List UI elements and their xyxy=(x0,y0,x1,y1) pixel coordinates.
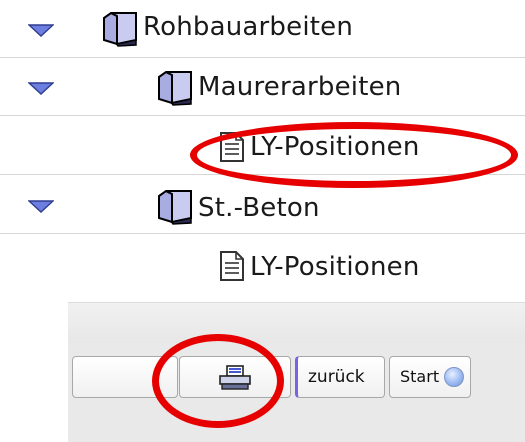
blank-button[interactable] xyxy=(72,356,178,398)
folder-icon xyxy=(103,11,137,47)
tree-item-label: Rohbauarbeiten xyxy=(143,12,354,42)
tree-item-maurerarbeiten[interactable]: Maurerarbeiten xyxy=(0,58,525,116)
start-indicator-icon xyxy=(444,367,464,387)
row-divider xyxy=(0,174,525,175)
tree-item-ly-positionen[interactable]: LY-Positionen xyxy=(0,117,525,175)
tree-item-label: LY-Positionen xyxy=(250,252,420,282)
tree-item-label: St.-Beton xyxy=(198,193,320,223)
tree-item-label: Maurerarbeiten xyxy=(198,72,402,102)
document-icon xyxy=(220,251,244,281)
tree-item-ly-positionen[interactable]: LY-Positionen xyxy=(0,235,525,293)
expand-triangle-icon[interactable] xyxy=(28,200,54,213)
tree-item-rohbauarbeiten[interactable]: Rohbauarbeiten xyxy=(0,0,525,58)
expand-triangle-icon[interactable] xyxy=(28,24,54,37)
start-button[interactable]: Start xyxy=(389,356,471,398)
row-divider xyxy=(0,115,525,116)
expand-triangle-icon[interactable] xyxy=(28,82,54,95)
document-icon xyxy=(220,132,244,162)
back-button-label: zurück xyxy=(308,367,365,387)
back-button[interactable]: zurück xyxy=(295,356,385,398)
tree-item-label: LY-Positionen xyxy=(250,132,420,162)
start-button-label: Start xyxy=(400,367,440,386)
printer-icon xyxy=(219,365,251,390)
bottom-toolbar: zurück Start xyxy=(68,302,525,442)
folder-icon xyxy=(158,70,192,106)
row-divider xyxy=(0,233,525,234)
toolbar-top-shade xyxy=(68,303,525,343)
tree-item-st-beton[interactable]: St.-Beton xyxy=(0,176,525,234)
print-button[interactable] xyxy=(179,356,291,398)
folder-icon xyxy=(158,189,192,225)
